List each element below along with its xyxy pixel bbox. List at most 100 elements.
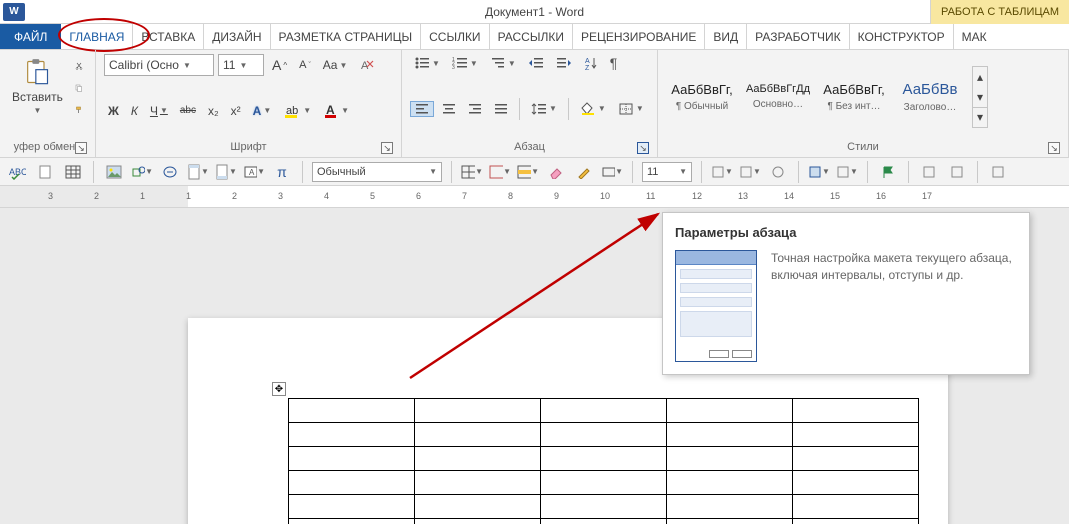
qa-misc2-icon[interactable]: ▼ (739, 161, 761, 183)
qa-picture-icon[interactable] (103, 161, 125, 183)
qa-delete-table-icon[interactable]: ▼ (489, 161, 511, 183)
qa-misc5-icon[interactable]: ▼ (836, 161, 858, 183)
change-case-button[interactable]: Aa▼ (319, 57, 352, 73)
ruler-number: 4 (324, 191, 329, 201)
ruler-number: 16 (876, 191, 886, 201)
decrease-indent-button[interactable] (524, 55, 548, 71)
qa-header-icon[interactable]: ▼ (187, 161, 209, 183)
document-table[interactable] (288, 398, 919, 524)
cut-button[interactable] (71, 58, 87, 74)
highlight-button[interactable]: ab▼ (279, 102, 315, 120)
ruler-number: 6 (416, 191, 421, 201)
qa-textbox-icon[interactable]: A▼ (243, 161, 265, 183)
qa-misc3-icon[interactable] (767, 161, 789, 183)
superscript-button[interactable]: x² (227, 103, 245, 119)
group-clipboard-label: уфер обмена ↘ (8, 139, 87, 155)
italic-button[interactable]: К (127, 103, 142, 119)
paragraph-launcher[interactable]: ↘ (637, 142, 649, 154)
tab-insert[interactable]: ВСТАВКА (133, 24, 204, 49)
shading-button[interactable]: ▼ (576, 101, 610, 117)
qa-table-icon[interactable] (62, 161, 84, 183)
table-tools-context-tab[interactable]: РАБОТА С ТАБЛИЦАМ (930, 0, 1069, 24)
qa-shapes-icon[interactable]: ▼ (131, 161, 153, 183)
styles-expand[interactable]: ▾ (973, 107, 987, 127)
borders-button[interactable]: ▼ (614, 101, 648, 117)
tab-view[interactable]: ВИД (705, 24, 747, 49)
styles-scroll-up[interactable]: ▴ (973, 67, 987, 87)
qa-misc4-icon[interactable]: ▼ (808, 161, 830, 183)
show-marks-button[interactable]: ¶ (606, 54, 622, 72)
tab-mailings[interactable]: РАССЫЛКИ (490, 24, 573, 49)
style-nospacing[interactable]: АаБбВвГгДд Основно… (742, 66, 814, 128)
tab-developer[interactable]: РАЗРАБОТЧИК (747, 24, 850, 49)
font-family-select[interactable]: Calibri (Осно▼ (104, 54, 214, 76)
qa-spellcheck-icon[interactable]: ABC (6, 161, 28, 183)
tab-design[interactable]: ДИЗАЙН (204, 24, 270, 49)
font-color-button[interactable]: A▼ (319, 102, 353, 120)
tab-review[interactable]: РЕЦЕНЗИРОВАНИЕ (573, 24, 705, 49)
font-launcher[interactable]: ↘ (381, 142, 393, 154)
multilevel-list-button[interactable]: ▼ (486, 55, 520, 71)
qa-style-select[interactable]: Обычный▼ (312, 162, 442, 182)
qa-new-icon[interactable] (34, 161, 56, 183)
font-size-select[interactable]: 11▼ (218, 54, 264, 76)
table-move-handle[interactable]: ✥ (272, 382, 286, 396)
qa-misc8-icon[interactable] (987, 161, 1009, 183)
underline-button[interactable]: Ч▼ (146, 103, 172, 119)
grow-font-button[interactable]: A^ (268, 56, 291, 74)
ruler-number: 3 (278, 191, 283, 201)
bold-button[interactable]: Ж (104, 103, 123, 119)
qa-misc6-icon[interactable] (918, 161, 940, 183)
style-normal[interactable]: АаБбВвГг, ¶ Обычный (666, 66, 738, 128)
qa-fontsize-select[interactable]: 11▼ (642, 162, 692, 182)
qa-merge-icon[interactable]: ▼ (601, 161, 623, 183)
sort-button[interactable]: AZ (580, 55, 602, 71)
align-right-button[interactable] (464, 102, 486, 116)
numbering-button[interactable]: 123▼ (448, 55, 482, 71)
text-effects-button[interactable]: A▼ (249, 103, 276, 119)
qa-pencil-icon[interactable] (573, 161, 595, 183)
bullets-button[interactable]: ▼ (410, 55, 444, 71)
titlebar: W Документ1 - Word РАБОТА С ТАБЛИЦАМ (0, 0, 1069, 24)
subscript-button[interactable]: x₂ (204, 103, 223, 119)
qa-equation-icon[interactable]: π (271, 161, 293, 183)
align-center-button[interactable] (438, 102, 460, 116)
tab-home[interactable]: ГЛАВНАЯ (61, 24, 133, 49)
increase-indent-button[interactable] (552, 55, 576, 71)
clipboard-launcher[interactable]: ↘ (75, 142, 87, 154)
qa-misc7-icon[interactable] (946, 161, 968, 183)
ruler-number: 8 (508, 191, 513, 201)
styles-scroll-down[interactable]: ▾ (973, 87, 987, 107)
tab-page-layout[interactable]: РАЗМЕТКА СТРАНИЦЫ (271, 24, 422, 49)
clear-formatting-button[interactable]: A (355, 56, 379, 74)
align-left-button[interactable] (410, 101, 434, 117)
qa-insert-table-icon[interactable]: ▼ (461, 161, 483, 183)
justify-button[interactable] (490, 102, 512, 116)
qa-eraser-icon[interactable] (545, 161, 567, 183)
qa-hyperlink-icon[interactable] (159, 161, 181, 183)
qa-misc1-icon[interactable]: ▼ (711, 161, 733, 183)
styles-launcher[interactable]: ↘ (1048, 142, 1060, 154)
copy-button[interactable] (71, 80, 87, 96)
qa-flag-icon[interactable] (877, 161, 899, 183)
tab-constructor[interactable]: КОНСТРУКТОР (850, 24, 954, 49)
qa-insert-row-icon[interactable]: ▼ (517, 161, 539, 183)
style-heading1[interactable]: АаБбВв Заголово… (894, 66, 966, 128)
line-spacing-button[interactable]: ▼ (527, 101, 561, 117)
style-nointerval[interactable]: АаБбВвГг, ¶ Без инт… (818, 66, 890, 128)
tab-references[interactable]: ССЫЛКИ (421, 24, 489, 49)
table-row (289, 495, 919, 519)
chevron-down-icon: ▼ (33, 106, 41, 115)
shrink-font-button[interactable]: Aˇ (295, 58, 315, 72)
ruler-number: 5 (370, 191, 375, 201)
tab-file[interactable]: ФАЙЛ (0, 24, 61, 49)
format-painter-button[interactable] (71, 102, 87, 118)
strikethrough-button[interactable]: abc (176, 104, 200, 117)
ruler-number: 3 (48, 191, 53, 201)
horizontal-ruler[interactable]: 3211234567891011121314151617 (0, 186, 1069, 208)
paste-button[interactable]: Вставить ▼ (8, 54, 67, 117)
document-title: Документ1 - Word (485, 5, 584, 19)
quick-access-toolbar: ABC ▼ ▼ ▼ A▼ π Обычный▼ ▼ ▼ ▼ ▼ 11▼ ▼ ▼ … (0, 158, 1069, 186)
tab-table-layout[interactable]: МАК (954, 24, 995, 49)
qa-footer-icon[interactable]: ▼ (215, 161, 237, 183)
